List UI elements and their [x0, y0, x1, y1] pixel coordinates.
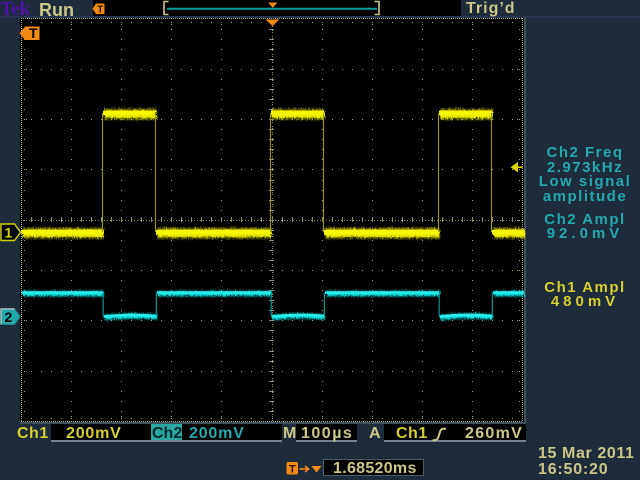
svg-text:1: 1 [5, 225, 13, 241]
svg-text:T: T [289, 464, 296, 476]
svg-text:T: T [29, 25, 38, 41]
svg-text:2: 2 [5, 309, 13, 325]
svg-text:T: T [97, 5, 103, 16]
